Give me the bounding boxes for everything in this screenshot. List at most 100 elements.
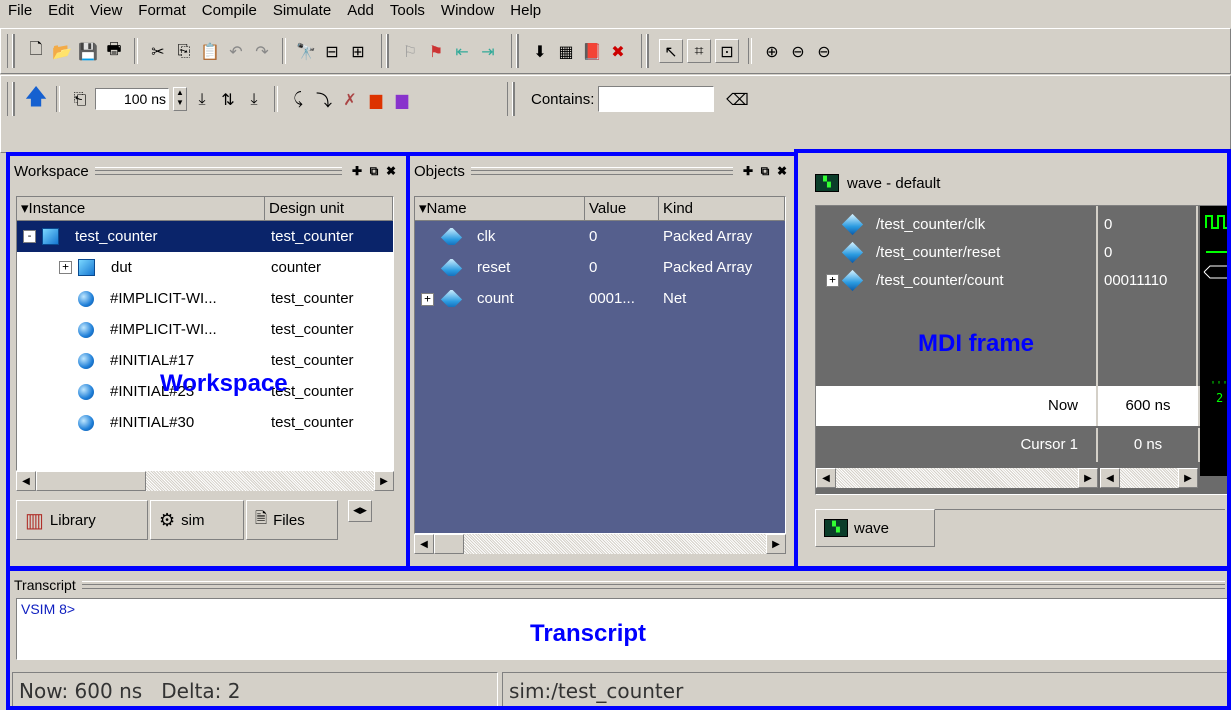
step-over-icon[interactable]: ⤵: [313, 88, 335, 110]
wave-signal-row[interactable]: + /test_counter/count: [816, 266, 1096, 294]
print-icon[interactable]: 🖶: [103, 39, 125, 62]
menu-help[interactable]: Help: [502, 0, 549, 22]
menu-compile[interactable]: Compile: [194, 0, 265, 22]
scroll-left-icon[interactable]: ◀: [1100, 468, 1120, 488]
zoom-mode-icon[interactable]: ⌗: [687, 39, 711, 63]
object-row[interactable]: + count 0001... Net: [415, 283, 785, 314]
new-file-icon[interactable]: 🗋: [25, 39, 47, 62]
copy-icon[interactable]: ⎘: [173, 40, 195, 62]
menu-edit[interactable]: Edit: [40, 0, 82, 22]
insert-breakpoint-icon[interactable]: ⚐: [399, 40, 421, 62]
expand-icon[interactable]: +: [59, 261, 72, 275]
tab-scroll-arrows[interactable]: ◀▶: [348, 500, 372, 522]
menu-view[interactable]: View: [82, 0, 130, 22]
step-out-icon[interactable]: ⇥: [477, 40, 499, 62]
col-name[interactable]: ▾Name: [415, 197, 585, 221]
col-value[interactable]: Value: [585, 197, 659, 221]
memory-profile-icon[interactable]: ▆: [391, 88, 413, 110]
tab-sim[interactable]: ⚙ sim: [150, 500, 244, 540]
workspace-row[interactable]: #IMPLICIT-WI... test_counter: [17, 314, 393, 345]
col-design-unit[interactable]: Design unit: [265, 197, 393, 221]
col-instance[interactable]: ▾Instance: [17, 197, 265, 221]
scroll-right-icon[interactable]: ▶: [766, 534, 786, 554]
waveform-area[interactable]: ''' 2: [1200, 206, 1231, 476]
scroll-left-icon[interactable]: ◀: [414, 534, 434, 554]
object-row[interactable]: reset 0 Packed Array: [415, 252, 785, 283]
zoom-out-icon[interactable]: ⊖: [787, 40, 809, 62]
compile-icon[interactable]: ⬇: [529, 40, 551, 62]
expand-icon[interactable]: +: [421, 292, 434, 306]
menu-add[interactable]: Add: [339, 0, 382, 22]
open-folder-icon[interactable]: 📂: [51, 40, 73, 62]
zoom-extra-icon[interactable]: ⊖: [813, 40, 835, 62]
collapse-icon[interactable]: -: [23, 230, 36, 244]
scroll-right-icon[interactable]: ▶: [1178, 468, 1198, 488]
select-mode-icon[interactable]: ↖: [659, 39, 683, 63]
cursor-row[interactable]: Cursor 1 0 ns: [816, 428, 1200, 462]
menu-file[interactable]: File: [0, 0, 40, 22]
eraser-icon[interactable]: ⌫: [726, 88, 749, 110]
scroll-right-icon[interactable]: ▶: [1078, 468, 1098, 488]
scroll-left-icon[interactable]: ◀: [16, 471, 36, 491]
cut-icon[interactable]: ✂: [147, 40, 169, 62]
menu-window[interactable]: Window: [433, 0, 502, 22]
contains-input[interactable]: [598, 86, 715, 112]
step-icon[interactable]: ⤹: [287, 88, 309, 110]
wave-signal-row[interactable]: /test_counter/clk: [816, 210, 1096, 238]
run-length-spinner[interactable]: ▲ ▼: [173, 87, 187, 111]
object-row[interactable]: clk 0 Packed Array: [415, 221, 785, 252]
compile-all-icon[interactable]: ▦: [555, 40, 577, 62]
menu-simulate[interactable]: Simulate: [265, 0, 339, 22]
dock-icon[interactable]: ✚: [740, 163, 756, 179]
transcript-titlebar[interactable]: Transcript: [12, 574, 1231, 596]
run-length-field[interactable]: 100 ns: [95, 88, 169, 110]
wave-names-hscroll[interactable]: ◀ ▶: [816, 468, 1098, 488]
wave-signal-row[interactable]: /test_counter/reset: [816, 238, 1096, 266]
environment-up-icon[interactable]: 🡅: [25, 85, 48, 110]
col-kind[interactable]: Kind: [659, 197, 785, 221]
find-icon[interactable]: 🔭: [295, 40, 317, 62]
objects-titlebar[interactable]: Objects ✚ ⧉ ✖: [412, 160, 790, 182]
workspace-row[interactable]: #IMPLICIT-WI... test_counter: [17, 283, 393, 314]
undock-icon[interactable]: ⧉: [757, 163, 773, 179]
menu-format[interactable]: Format: [130, 0, 194, 22]
workspace-row[interactable]: + dut counter: [17, 252, 393, 283]
simulate-icon[interactable]: 📕: [581, 40, 603, 62]
expand-icon[interactable]: +: [826, 273, 839, 287]
close-icon[interactable]: ✖: [383, 163, 399, 179]
collapse-icon[interactable]: ⊟: [321, 40, 343, 62]
run-all-icon[interactable]: ⤓: [243, 88, 265, 110]
wave-titlebar[interactable]: ▚ wave - default: [815, 169, 1225, 197]
objects-hscroll[interactable]: ◀ ▶: [414, 534, 786, 554]
break-sim-icon[interactable]: ✗: [339, 88, 361, 110]
workspace-titlebar[interactable]: Workspace ✚ ⧉ ✖: [12, 160, 399, 182]
run-icon[interactable]: ⤓: [191, 88, 213, 110]
now-label: Now: [816, 386, 1098, 426]
scroll-left-icon[interactable]: ◀: [816, 468, 836, 488]
expand-icon[interactable]: ⊞: [347, 40, 369, 62]
wave-values-hscroll[interactable]: ◀ ▶: [1100, 468, 1198, 488]
scroll-right-icon[interactable]: ▶: [374, 471, 394, 491]
close-icon[interactable]: ✖: [774, 163, 790, 179]
clear-breakpoint-icon[interactable]: ⚑: [425, 40, 447, 62]
step-in-icon[interactable]: ⇤: [451, 40, 473, 62]
save-icon[interactable]: 💾: [77, 40, 99, 62]
paste-icon[interactable]: 📋: [199, 40, 221, 62]
tab-files[interactable]: 🗎 Files: [246, 500, 338, 540]
undock-icon[interactable]: ⧉: [366, 163, 382, 179]
dock-icon[interactable]: ✚: [349, 163, 365, 179]
zoom-in-icon[interactable]: ⊕: [761, 40, 783, 62]
performance-icon[interactable]: ▆: [365, 88, 387, 110]
menu-tools[interactable]: Tools: [382, 0, 433, 22]
break-icon[interactable]: ✖: [607, 40, 629, 62]
tab-wave[interactable]: ▚ wave: [815, 509, 935, 547]
undo-icon[interactable]: ↶: [225, 40, 247, 62]
workspace-hscroll[interactable]: ◀ ▶: [16, 471, 394, 491]
workspace-row[interactable]: #INITIAL#30 test_counter: [17, 407, 393, 438]
tab-library[interactable]: ▥ Library: [16, 500, 148, 540]
workspace-row[interactable]: - test_counter test_counter: [17, 221, 393, 252]
redo-icon[interactable]: ↷: [251, 40, 273, 62]
zoom-full-icon[interactable]: ⊡: [715, 39, 739, 63]
restart-icon[interactable]: ⎗: [69, 88, 91, 110]
continue-run-icon[interactable]: ⇅: [217, 88, 239, 110]
